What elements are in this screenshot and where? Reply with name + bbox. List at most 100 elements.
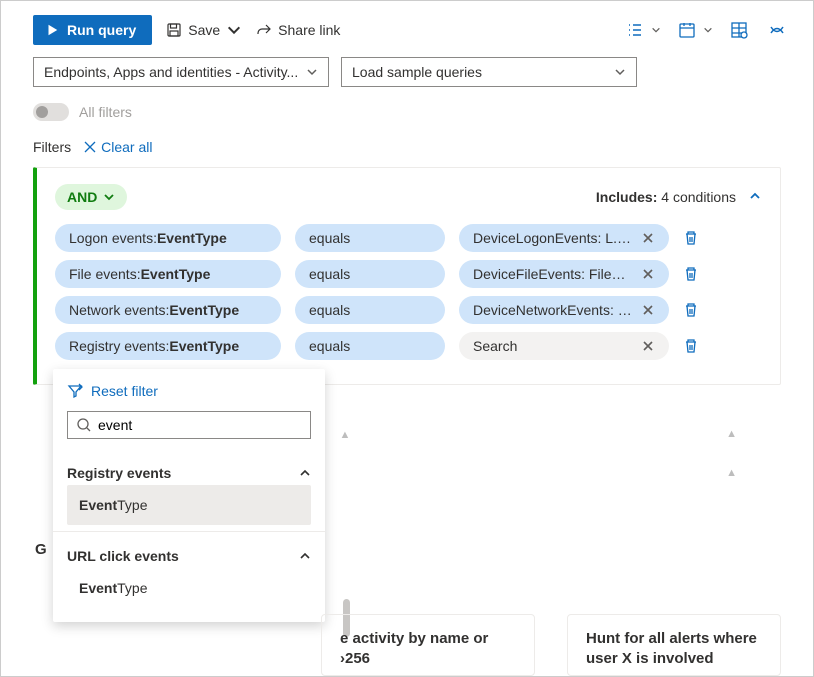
delete-condition-button[interactable] bbox=[683, 302, 699, 318]
save-button[interactable]: Save bbox=[166, 22, 242, 38]
scroll-up-icon: ▲ bbox=[726, 467, 737, 479]
field-search-input[interactable] bbox=[98, 417, 302, 433]
remove-value-button[interactable] bbox=[641, 267, 655, 281]
share-icon bbox=[256, 22, 272, 38]
field-section-header[interactable]: URL click events bbox=[67, 538, 311, 568]
suggestion-card[interactable]: Hunt for all alerts where user X is invo… bbox=[567, 614, 781, 677]
condition-value-text: DeviceNetworkEvents: Co... bbox=[473, 302, 633, 318]
close-icon bbox=[641, 339, 655, 353]
condition-value-text: DeviceFileEvents: FileModi... bbox=[473, 266, 633, 282]
condition-operator-pill[interactable]: equals bbox=[295, 332, 445, 360]
condition-operator-pill[interactable]: equals bbox=[295, 224, 445, 252]
field-option-bold: Event bbox=[79, 580, 117, 596]
all-filters-toggle[interactable] bbox=[33, 103, 69, 121]
chevron-up-icon bbox=[748, 189, 762, 203]
field-section-header[interactable]: Registry events bbox=[67, 455, 311, 485]
condition-field-prefix: Network events: bbox=[69, 302, 169, 318]
search-icon bbox=[76, 417, 92, 433]
field-picker-dropdown: Reset filter Registry eventsEventTypeURL… bbox=[53, 369, 325, 622]
field-option[interactable]: EventType bbox=[67, 485, 311, 525]
condition-value-pill[interactable]: DeviceFileEvents: FileModi... bbox=[459, 260, 669, 288]
scroll-up-icon: ▲ bbox=[726, 428, 737, 440]
collapse-group-button[interactable] bbox=[748, 189, 762, 206]
remove-value-button[interactable] bbox=[641, 303, 655, 317]
chevron-down-icon bbox=[306, 66, 318, 78]
field-option-bold: Event bbox=[79, 497, 117, 513]
delete-condition-button[interactable] bbox=[683, 338, 699, 354]
list-icon bbox=[626, 21, 644, 39]
includes-summary: Includes: 4 conditions bbox=[596, 189, 762, 206]
calendar-icon bbox=[678, 21, 696, 39]
condition-field-prefix: Logon events: bbox=[69, 230, 157, 246]
chevron-down-icon[interactable] bbox=[651, 25, 661, 35]
condition-value-text: Search bbox=[473, 338, 517, 354]
trash-icon bbox=[683, 302, 699, 318]
delete-condition-button[interactable] bbox=[683, 266, 699, 282]
play-icon bbox=[45, 23, 59, 37]
condition-operator-label: equals bbox=[309, 302, 350, 318]
condition-field-pill[interactable]: Network events: EventType bbox=[55, 296, 281, 324]
condition-field-pill[interactable]: Registry events: EventType bbox=[55, 332, 281, 360]
trash-icon bbox=[683, 338, 699, 354]
suggestion-card[interactable]: e activity by name or ›256 bbox=[321, 614, 535, 677]
trash-icon bbox=[683, 230, 699, 246]
condition-field-bold: EventType bbox=[141, 266, 211, 282]
logical-operator-label: AND bbox=[67, 189, 97, 205]
suggestion-card-title: e activity by name or ›256 bbox=[340, 630, 488, 667]
condition-field-bold: EventType bbox=[169, 338, 239, 354]
field-section-title: Registry events bbox=[67, 465, 171, 481]
condition-operator-label: equals bbox=[309, 230, 350, 246]
funnel-reset-icon bbox=[67, 383, 83, 399]
condition-value-pill[interactable]: Search bbox=[459, 332, 669, 360]
results-grid-button[interactable] bbox=[727, 18, 751, 42]
condition-value-pill[interactable]: DeviceNetworkEvents: Co... bbox=[459, 296, 669, 324]
suggestion-card-title: Hunt for all alerts where user X is invo… bbox=[586, 630, 757, 667]
reset-filter-button[interactable]: Reset filter bbox=[67, 383, 311, 399]
list-view-button[interactable] bbox=[623, 18, 647, 42]
chevron-down-icon bbox=[103, 191, 115, 203]
top-toolbar: Run query Save Share link bbox=[1, 1, 813, 57]
close-icon bbox=[83, 140, 97, 154]
condition-row: File events: EventType equals DeviceFileEv… bbox=[55, 260, 762, 288]
chevron-down-icon[interactable] bbox=[703, 25, 713, 35]
edit-in-kql-button[interactable] bbox=[765, 18, 789, 42]
date-view-button[interactable] bbox=[675, 18, 699, 42]
chevron-down-icon bbox=[226, 22, 242, 38]
condition-operator-pill[interactable]: equals bbox=[295, 296, 445, 324]
filters-toggle-row: All filters bbox=[1, 103, 813, 139]
filters-header: Filters Clear all bbox=[1, 139, 813, 167]
run-query-button[interactable]: Run query bbox=[33, 15, 152, 45]
field-section-title: URL click events bbox=[67, 548, 179, 564]
condition-row: Logon events: EventType equals DeviceLogon… bbox=[55, 224, 762, 252]
condition-field-prefix: File events: bbox=[69, 266, 141, 282]
condition-operator-pill[interactable]: equals bbox=[295, 260, 445, 288]
truncated-heading: G bbox=[35, 541, 47, 558]
field-option-rest: Type bbox=[117, 497, 147, 513]
condition-row: Registry events: EventType equals Search bbox=[55, 332, 762, 360]
condition-operator-label: equals bbox=[309, 338, 350, 354]
sample-queries-value: Load sample queries bbox=[352, 64, 482, 80]
condition-field-pill[interactable]: File events: EventType bbox=[55, 260, 281, 288]
remove-value-button[interactable] bbox=[641, 339, 655, 353]
save-icon bbox=[166, 22, 182, 38]
condition-field-prefix: Registry events: bbox=[69, 338, 169, 354]
field-search-input-wrap[interactable] bbox=[67, 411, 311, 439]
remove-value-button[interactable] bbox=[641, 231, 655, 245]
close-icon bbox=[641, 267, 655, 281]
chevron-up-icon bbox=[299, 550, 311, 562]
condition-value-pill[interactable]: DeviceLogonEvents: L... , +1 bbox=[459, 224, 669, 252]
condition-field-bold: EventType bbox=[157, 230, 227, 246]
condition-field-pill[interactable]: Logon events: EventType bbox=[55, 224, 281, 252]
clear-all-button[interactable]: Clear all bbox=[83, 139, 152, 155]
delete-condition-button[interactable] bbox=[683, 230, 699, 246]
suggestion-cards-row: e activity by name or ›256 Hunt for all … bbox=[1, 614, 813, 677]
scope-select[interactable]: Endpoints, Apps and identities - Activit… bbox=[33, 57, 329, 87]
field-option[interactable]: EventType bbox=[67, 568, 311, 608]
condition-operator-label: equals bbox=[309, 266, 350, 282]
filter-group-head: AND Includes: 4 conditions bbox=[55, 184, 762, 210]
trash-icon bbox=[683, 266, 699, 282]
share-link-button[interactable]: Share link bbox=[256, 22, 340, 38]
sample-queries-select[interactable]: Load sample queries bbox=[341, 57, 637, 87]
filter-group-card: AND Includes: 4 conditions Logon events:… bbox=[33, 167, 781, 385]
logical-operator-pill[interactable]: AND bbox=[55, 184, 127, 210]
